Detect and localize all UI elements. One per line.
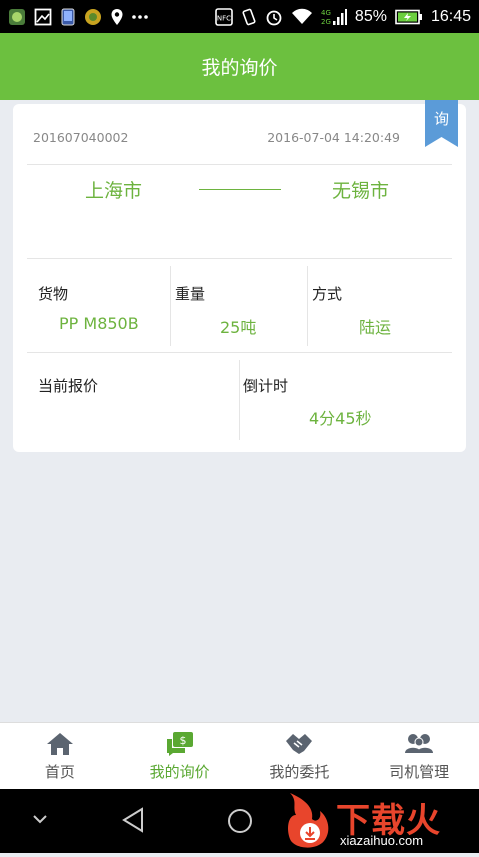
inquiry-card[interactable]: 询 201607040002 2016-07-04 14:20:49 上海市 无… xyxy=(13,100,466,452)
drivers-icon xyxy=(405,734,434,753)
battery-percent: 85% xyxy=(354,7,387,25)
location-icon xyxy=(110,8,124,26)
network-2g-label: 2G xyxy=(321,18,331,26)
phone-notification-icon xyxy=(60,8,76,26)
vibrate-icon xyxy=(241,8,257,26)
route-row: 上海市 无锡市 xyxy=(13,174,466,204)
alarm-icon xyxy=(265,8,283,26)
nfc-icon: NFC xyxy=(215,7,233,26)
mode-label: 方式 xyxy=(312,285,343,303)
nav-label-driver-management: 司机管理 xyxy=(389,763,450,781)
page-header: 我的询价 xyxy=(0,33,479,100)
countdown-label: 倒计时 xyxy=(243,377,289,395)
inquiry-datetime: 2016-07-04 14:20:49 xyxy=(267,130,400,145)
weight-value: 25吨 xyxy=(220,318,257,337)
wifi-icon xyxy=(291,8,313,26)
divider xyxy=(27,164,452,165)
watermark-domain: xiazaihuo.com xyxy=(340,833,424,848)
more-notifications-icon xyxy=(132,14,148,20)
nav-label-home: 首页 xyxy=(44,763,75,781)
handshake-icon xyxy=(286,734,313,754)
image-notification-icon xyxy=(34,8,52,26)
countdown-value: 4分45秒 xyxy=(309,409,372,428)
back-button-icon[interactable] xyxy=(120,806,146,838)
svg-text:NFC: NFC xyxy=(217,14,231,22)
cellular-signal-icon: 4G 2G xyxy=(321,7,347,27)
watermark: 下载火 xiazaihuo.com xyxy=(282,789,479,853)
weight-cell: 重量 25吨 xyxy=(171,259,307,347)
status-left-icons xyxy=(8,8,148,26)
app-notification-icon xyxy=(8,8,26,26)
home-button-icon[interactable] xyxy=(226,807,254,839)
nav-item-driver-management[interactable]: 司机管理 xyxy=(359,723,479,790)
nav-item-my-entrust[interactable]: 我的委托 xyxy=(240,723,360,790)
order-number: 201607040002 xyxy=(33,130,129,145)
goods-value: PP M850B xyxy=(59,314,139,333)
goods-cell: 货物 PP M850B xyxy=(13,259,169,347)
nav-label-my-entrust: 我的委托 xyxy=(269,763,330,781)
game-notification-icon xyxy=(84,8,102,26)
countdown-cell: 倒计时 4分45秒 xyxy=(240,353,452,443)
current-quote-cell: 当前报价 xyxy=(13,353,239,443)
mode-cell: 方式 陆运 xyxy=(308,259,452,347)
quote-chat-icon: $ xyxy=(166,732,193,756)
hide-keyboard-icon[interactable] xyxy=(30,811,50,831)
battery-charging-icon xyxy=(395,9,423,25)
current-quote-label: 当前报价 xyxy=(38,377,99,395)
origin-city: 上海市 xyxy=(85,180,143,202)
nav-item-home[interactable]: 首页 xyxy=(0,723,120,790)
status-bar: NFC 4G 2G 85% 16:45 xyxy=(0,0,479,33)
clock-time: 16:45 xyxy=(430,7,471,25)
bottom-navigation: 首页 $ 我的询价 我的委托 司机管理 xyxy=(0,722,479,790)
nav-item-my-inquiry[interactable]: $ 我的询价 xyxy=(120,723,240,790)
goods-label: 货物 xyxy=(38,285,69,303)
home-icon xyxy=(46,733,73,755)
status-right-icons: NFC 4G 2G 85% 16:45 xyxy=(215,7,471,27)
svg-text:$: $ xyxy=(179,734,186,747)
network-4g-label: 4G xyxy=(321,9,331,17)
route-line xyxy=(199,189,281,190)
nav-label-my-inquiry: 我的询价 xyxy=(149,763,210,781)
inquiry-badge-label: 询 xyxy=(433,110,449,128)
page-title: 我的询价 xyxy=(201,57,278,79)
inquiry-meta-row: 201607040002 2016-07-04 14:20:49 xyxy=(33,130,400,145)
weight-label: 重量 xyxy=(175,285,206,303)
destination-city: 无锡市 xyxy=(332,180,390,202)
mode-value: 陆运 xyxy=(359,318,392,337)
inquiry-badge: 询 xyxy=(425,100,458,147)
